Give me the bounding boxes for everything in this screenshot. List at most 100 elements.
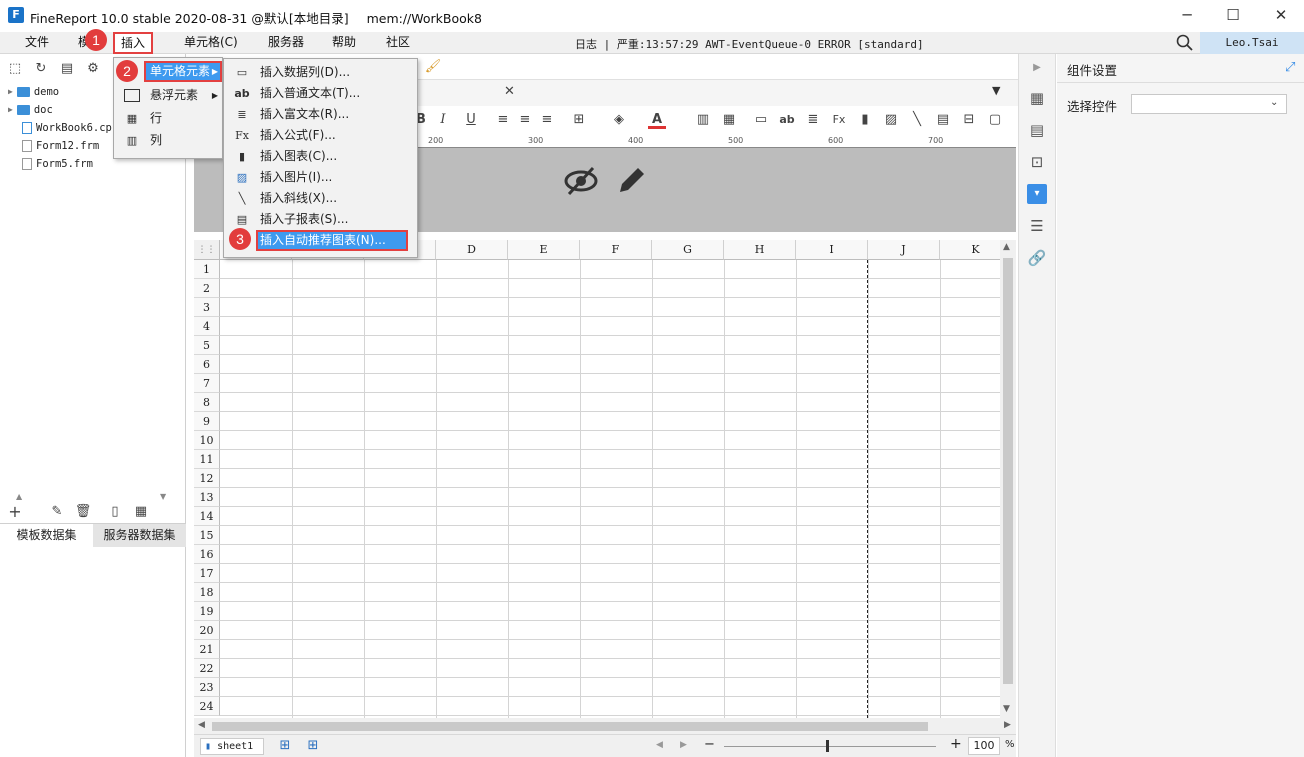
collapse-icon[interactable]: ▶ (1027, 58, 1047, 78)
row-header[interactable]: 17 (194, 564, 220, 583)
tab-template-dataset[interactable]: 模板数据集 (0, 524, 93, 547)
brush-icon[interactable]: 🖌 (424, 58, 442, 76)
image-icon[interactable]: ▨ (882, 111, 900, 129)
row-header[interactable]: 8 (194, 393, 220, 412)
column-header-g[interactable]: G (652, 240, 724, 260)
maximize-button[interactable]: ☐ (1210, 0, 1256, 32)
horizontal-scrollbar[interactable]: ◀ ▶ (194, 718, 1016, 734)
refresh-icon[interactable]: ↻ (32, 60, 50, 78)
prev-sheet-icon[interactable]: ◀ (656, 740, 663, 750)
zoom-out-icon[interactable]: − (704, 737, 715, 752)
row-header[interactable]: 22 (194, 659, 220, 678)
cell-element-icon[interactable]: ▤ (1027, 120, 1047, 140)
menu-insert[interactable]: 插入 (113, 32, 154, 54)
row-header[interactable]: 19 (194, 602, 220, 621)
hyperlink-icon[interactable]: 🔗 (1027, 248, 1047, 268)
tree-item[interactable]: ▶ demo (8, 83, 59, 101)
float-icon[interactable]: ▢ (986, 111, 1004, 129)
align-center-icon[interactable]: ≡ (516, 111, 534, 129)
settings-icon[interactable]: ⚙ (84, 60, 102, 78)
edit-icon[interactable]: ✎ (48, 503, 66, 521)
row-header[interactable]: 10 (194, 431, 220, 450)
unmerge-icon[interactable]: ▦ (720, 111, 738, 129)
row-header[interactable]: 3 (194, 298, 220, 317)
menu-item-insert-rich-text[interactable]: ≣ 插入富文本(R)... (224, 104, 417, 125)
widget-icon[interactable]: ⊟ (960, 111, 978, 129)
row-header[interactable]: 14 (194, 507, 220, 526)
spreadsheet-grid[interactable]: ⋮⋮ D E F G H I J K 1 2 3 4 5 6 7 8 9 10 11 12 13 14 15… (194, 240, 1000, 718)
row-header[interactable]: 12 (194, 469, 220, 488)
menu-item-insert-slash[interactable]: ╲ 插入斜线(X)... (224, 188, 417, 209)
minimize-button[interactable]: ─ (1164, 0, 1210, 32)
menu-item-insert-subreport[interactable]: ▤ 插入子报表(S)... (224, 209, 417, 230)
vertical-scrollbar[interactable]: ▲ ▼ (1000, 240, 1016, 718)
tree-item[interactable]: Form12.frm (22, 137, 99, 155)
cell-attr-icon[interactable]: ▦ (1027, 88, 1047, 108)
column-header-e[interactable]: E (508, 240, 580, 260)
close-tab-icon[interactable]: ✕ (504, 84, 515, 99)
menu-item-row[interactable]: ▦ 行 (114, 108, 222, 129)
row-header[interactable]: 2 (194, 279, 220, 298)
preview-icon[interactable]: ▯ (106, 503, 124, 521)
chart-icon[interactable]: ▮ (856, 111, 874, 129)
data-column-icon[interactable]: ▭ (752, 111, 770, 129)
user-account[interactable]: Leo.Tsai (1200, 32, 1304, 54)
zoom-in-icon[interactable]: + (950, 736, 962, 752)
row-header[interactable]: 15 (194, 526, 220, 545)
row-header[interactable]: 4 (194, 317, 220, 336)
menu-item-insert-data-column[interactable]: ▭ 插入数据列(D)... (224, 62, 417, 83)
menu-item-insert-chart[interactable]: ▮ 插入图表(C)... (224, 146, 417, 167)
tab-server-dataset[interactable]: 服务器数据集 (93, 524, 186, 547)
widget-settings-icon[interactable]: ▾ (1027, 184, 1047, 204)
row-header[interactable]: 16 (194, 545, 220, 564)
new-file-icon[interactable]: ⬚ (6, 60, 24, 78)
column-header-i[interactable]: I (796, 240, 868, 260)
zoom-slider[interactable] (724, 746, 936, 747)
text-icon[interactable]: ab (778, 111, 796, 129)
tree-item[interactable]: Form5.frm (22, 155, 93, 173)
add-icon[interactable]: + (6, 503, 24, 521)
column-header-d[interactable]: D (436, 240, 508, 260)
next-sheet-icon[interactable]: ▶ (680, 740, 687, 750)
row-header[interactable]: 24 (194, 697, 220, 716)
menu-community[interactable]: 社区 (386, 32, 410, 54)
scroll-thumb[interactable] (1003, 258, 1013, 684)
select-all-corner[interactable]: ⋮⋮ (194, 240, 220, 260)
add-dashboard-sheet-icon[interactable]: ⊞ (304, 737, 322, 755)
add-report-sheet-icon[interactable]: ⊞ (276, 737, 294, 755)
pencil-icon[interactable] (614, 164, 648, 198)
subreport-icon[interactable]: ▤ (934, 111, 952, 129)
menu-help[interactable]: 帮助 (332, 32, 356, 54)
expand-icon[interactable]: ⤢ (1285, 60, 1295, 75)
menu-item-float-element[interactable]: 悬浮元素 ▶ (114, 85, 222, 106)
align-right-icon[interactable]: ≡ (538, 111, 556, 129)
hidden-eye-icon[interactable] (564, 164, 598, 198)
column-header-h[interactable]: H (724, 240, 796, 260)
menu-item-insert-text[interactable]: ab 插入普通文本(T)... (224, 83, 417, 104)
row-header[interactable]: 11 (194, 450, 220, 469)
menu-item-insert-image[interactable]: ▨ 插入图片(I)... (224, 167, 417, 188)
zoom-handle[interactable] (826, 740, 829, 752)
align-left-icon[interactable]: ≡ (494, 111, 512, 129)
tree-item[interactable]: WorkBook6.cp (22, 119, 112, 137)
control-select[interactable]: ⌄ (1131, 94, 1287, 114)
condition-attr-icon[interactable]: ☰ (1027, 216, 1047, 236)
menu-cell[interactable]: 单元格(C) (184, 32, 238, 54)
formula-icon[interactable]: Fx (830, 111, 848, 129)
data-icon[interactable]: ▦ (132, 503, 150, 521)
border-icon[interactable]: ⊞ (570, 111, 588, 129)
row-header[interactable]: 21 (194, 640, 220, 659)
zoom-input[interactable]: 100 (968, 737, 1000, 755)
column-header-k[interactable]: K (940, 240, 1000, 260)
fill-color-icon[interactable]: ◈ (610, 111, 628, 129)
menu-server[interactable]: 服务器 (268, 32, 304, 54)
menu-item-cell-element[interactable]: 单元格元素 ▶ (144, 61, 222, 82)
font-color-icon[interactable]: A (648, 111, 666, 129)
close-button[interactable]: ✕ (1258, 0, 1304, 32)
row-header[interactable]: 7 (194, 374, 220, 393)
log-status[interactable]: 日志 | 严重:13:57:29 AWT-EventQueue-0 ERROR … (575, 36, 924, 52)
sheet-tab[interactable]: ▮ sheet1 (200, 738, 265, 755)
merge-icon[interactable]: ▥ (694, 111, 712, 129)
row-header[interactable]: 13 (194, 488, 220, 507)
scroll-thumb[interactable] (212, 722, 928, 731)
